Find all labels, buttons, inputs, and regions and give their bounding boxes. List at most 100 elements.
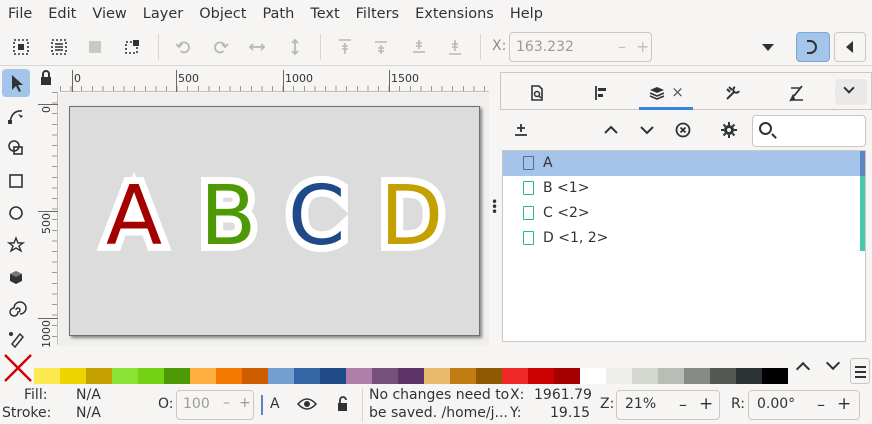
palette-scroll-down-icon[interactable] <box>825 355 841 371</box>
no-paint-swatch-icon[interactable] <box>2 352 34 384</box>
layer-row[interactable]: B <1> <box>503 176 865 201</box>
menu-view[interactable]: View <box>84 0 134 28</box>
menu-filters[interactable]: Filters <box>348 0 407 28</box>
color-swatch[interactable] <box>112 368 138 384</box>
color-swatch[interactable] <box>216 368 242 384</box>
eye-icon[interactable] <box>297 396 317 412</box>
color-swatch[interactable] <box>320 368 346 384</box>
pen-tool[interactable] <box>2 328 30 350</box>
zoom-out-button[interactable]: – <box>679 395 687 414</box>
remove-circle-icon[interactable] <box>674 121 692 139</box>
deselect-icon[interactable] <box>124 38 142 56</box>
gear-icon[interactable] <box>720 121 738 139</box>
color-swatch[interactable] <box>164 368 190 384</box>
color-swatch[interactable] <box>294 368 320 384</box>
star-tool[interactable] <box>2 231 30 259</box>
lower-to-bottom-icon[interactable] <box>446 38 464 56</box>
tab-preferences[interactable] <box>713 73 753 110</box>
color-swatch[interactable] <box>632 368 658 384</box>
opacity-decrement-button[interactable]: – <box>223 395 230 411</box>
color-swatch[interactable] <box>684 368 710 384</box>
opacity-increment-button[interactable]: + <box>239 395 251 411</box>
color-swatch[interactable] <box>502 368 528 384</box>
color-swatch[interactable] <box>268 368 294 384</box>
snapping-toggle-button[interactable] <box>796 32 830 62</box>
palette-menu-button[interactable] <box>850 358 870 384</box>
color-swatch[interactable] <box>86 368 112 384</box>
undo-icon[interactable] <box>174 38 192 56</box>
dock-overflow-button[interactable] <box>835 79 867 105</box>
flip-horizontal-icon[interactable] <box>248 38 266 56</box>
raise-to-top-icon[interactable] <box>336 38 354 56</box>
node-tool[interactable] <box>2 102 30 130</box>
rotate-cw-button[interactable]: + <box>837 394 851 414</box>
toolbar-overflow-dropdown-icon[interactable] <box>762 44 774 51</box>
text-object-a[interactable]: A <box>99 162 169 271</box>
select-all-icon[interactable] <box>12 38 30 56</box>
select-same-icon[interactable] <box>86 38 104 56</box>
color-swatch[interactable] <box>34 368 60 384</box>
text-object-b[interactable]: B <box>193 162 263 271</box>
vertical-ruler[interactable]: 0 500 1000 <box>38 92 58 348</box>
redo-icon[interactable] <box>212 38 230 56</box>
current-layer-name[interactable]: A <box>270 396 280 412</box>
color-swatch[interactable] <box>762 368 788 384</box>
color-swatch[interactable] <box>346 368 372 384</box>
color-swatch[interactable] <box>476 368 502 384</box>
x-coordinate-field[interactable]: 163.232 – + <box>509 32 652 62</box>
selector-tool[interactable] <box>2 69 30 97</box>
tab-align-distribute[interactable] <box>581 73 621 110</box>
select-all-layers-icon[interactable] <box>50 38 68 56</box>
raise-icon[interactable] <box>372 38 390 56</box>
color-swatch[interactable] <box>710 368 736 384</box>
color-swatch[interactable] <box>372 368 398 384</box>
color-swatch[interactable] <box>658 368 684 384</box>
color-swatch[interactable] <box>60 368 86 384</box>
text-object-c[interactable]: C <box>281 162 352 271</box>
flip-vertical-icon[interactable] <box>286 38 304 56</box>
color-swatch[interactable] <box>242 368 268 384</box>
zoom-in-button[interactable]: + <box>699 394 713 414</box>
lower-icon[interactable] <box>410 38 428 56</box>
zoom-field[interactable]: 21% – + <box>616 390 720 420</box>
rectangle-tool[interactable] <box>2 167 30 195</box>
layer-search-field[interactable] <box>752 115 866 147</box>
layer-row[interactable]: A <box>503 151 865 176</box>
color-swatch[interactable] <box>736 368 762 384</box>
color-swatch[interactable] <box>138 368 164 384</box>
guide-lock-button[interactable] <box>36 70 56 92</box>
menu-layer[interactable]: Layer <box>135 0 191 28</box>
tab-close-icon[interactable]: × <box>671 83 684 101</box>
dock-resize-handle[interactable]: • • • <box>491 196 498 218</box>
ellipse-tool[interactable] <box>2 199 30 227</box>
unlock-icon[interactable] <box>334 395 350 413</box>
tab-document-properties[interactable] <box>517 73 557 110</box>
color-swatch[interactable] <box>580 368 606 384</box>
rotate-ccw-button[interactable]: – <box>817 395 825 414</box>
menu-file[interactable]: File <box>0 0 40 28</box>
opacity-field[interactable]: 100 – + <box>176 390 254 420</box>
fill-value[interactable]: N/A <box>76 387 101 403</box>
shape-builder-tool[interactable] <box>2 134 30 162</box>
x-decrement-button[interactable]: – <box>618 37 626 56</box>
menu-object[interactable]: Object <box>191 0 254 28</box>
menu-edit[interactable]: Edit <box>40 0 84 28</box>
layer-row[interactable]: D <1, 2> <box>503 226 865 251</box>
tab-layers-objects[interactable]: × <box>639 73 693 110</box>
rotation-field[interactable]: 0.00° – + <box>748 390 860 420</box>
menu-help[interactable]: Help <box>502 0 551 28</box>
document-page[interactable]: A B C D <box>69 106 480 336</box>
layer-row[interactable]: C <2> <box>503 201 865 226</box>
stroke-value[interactable]: N/A <box>76 405 101 421</box>
add-layer-icon[interactable] <box>512 121 530 139</box>
text-object-d[interactable]: D <box>373 162 450 271</box>
color-swatch[interactable] <box>606 368 632 384</box>
layer-search-input[interactable] <box>781 120 861 142</box>
horizontal-ruler[interactable]: 0 500 1000 1500 <box>60 70 489 92</box>
menu-text[interactable]: Text <box>302 0 347 28</box>
color-swatch[interactable] <box>450 368 476 384</box>
3d-box-tool[interactable] <box>2 263 30 291</box>
drawing-canvas[interactable]: A B C D <box>59 93 489 346</box>
color-swatch[interactable] <box>398 368 424 384</box>
palette-scroll-up-icon[interactable] <box>795 361 811 377</box>
